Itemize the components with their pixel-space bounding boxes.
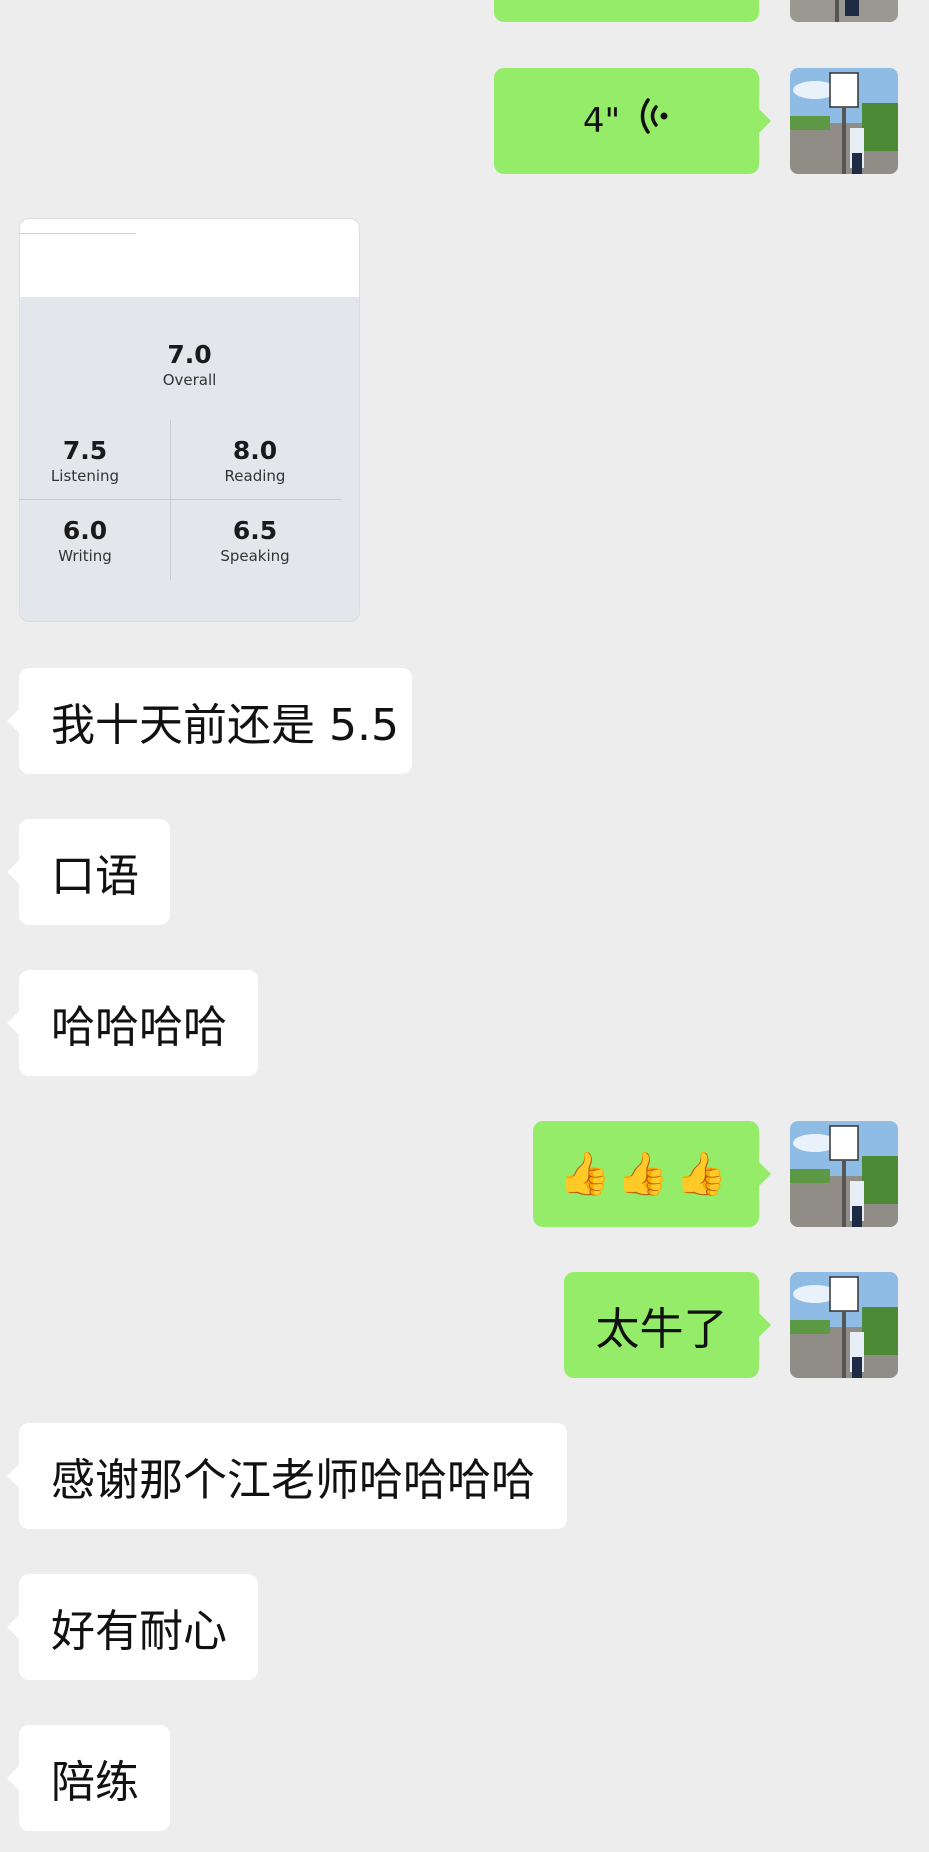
listening-score-label: Listening (50, 467, 120, 485)
message-text: 哈哈哈哈 (51, 1002, 227, 1053)
divider (20, 233, 136, 234)
user-avatar[interactable] (790, 68, 898, 174)
incoming-message[interactable]: 我十天前还是 5.5 (7, 668, 412, 774)
speaking-score-label: Speaking (220, 547, 290, 565)
user-avatar[interactable] (790, 1272, 898, 1378)
overall-score-value: 7.0 (167, 340, 212, 369)
listening-score: 7.5 Listening (10, 436, 160, 486)
voice-wave-icon (638, 96, 670, 147)
incoming-message[interactable]: 口语 (7, 819, 170, 925)
reading-score-label: Reading (224, 467, 286, 485)
score-card-header (20, 219, 359, 297)
user-avatar[interactable] (790, 1121, 898, 1227)
user-avatar[interactable] (790, 0, 898, 22)
incoming-message[interactable]: 感谢那个江老师哈哈哈哈 (7, 1423, 567, 1529)
divider (19, 499, 341, 500)
incoming-message[interactable]: 好有耐心 (7, 1574, 258, 1680)
message-text: 口语 (51, 851, 139, 902)
listening-score-value: 7.5 (62, 436, 108, 465)
reading-score: 8.0 Reading (180, 436, 330, 486)
outgoing-message[interactable]: 👍👍👍 (533, 1121, 771, 1227)
overall-score-label: Overall (162, 371, 217, 389)
reading-score-value: 8.0 (232, 436, 278, 465)
overall-score: 7.0 Overall (19, 340, 360, 390)
writing-score: 6.0 Writing (10, 516, 160, 566)
writing-score-label: Writing (58, 547, 112, 565)
voice-duration: 4" (582, 101, 621, 141)
message-text: 陪练 (51, 1757, 139, 1808)
message-text: 好有耐心 (51, 1606, 227, 1657)
message-text: 我十天前还是 5.5 (51, 700, 399, 751)
voice-message[interactable]: 4" (494, 68, 771, 174)
thumbs-up-icon: 👍👍👍 (558, 1149, 734, 1198)
message-text: 感谢那个江老师哈哈哈哈 (51, 1455, 535, 1506)
speaking-score: 6.5 Speaking (180, 516, 330, 566)
message-text: 太牛了 (595, 1304, 728, 1355)
incoming-message[interactable]: 哈哈哈哈 (7, 970, 258, 1076)
writing-score-value: 6.0 (62, 516, 108, 545)
outgoing-message[interactable]: 太牛了 (564, 1272, 771, 1378)
outgoing-message-partial[interactable] (494, 0, 759, 22)
incoming-message[interactable]: 陪练 (7, 1725, 170, 1831)
speaking-score-value: 6.5 (232, 516, 278, 545)
divider (170, 420, 171, 580)
